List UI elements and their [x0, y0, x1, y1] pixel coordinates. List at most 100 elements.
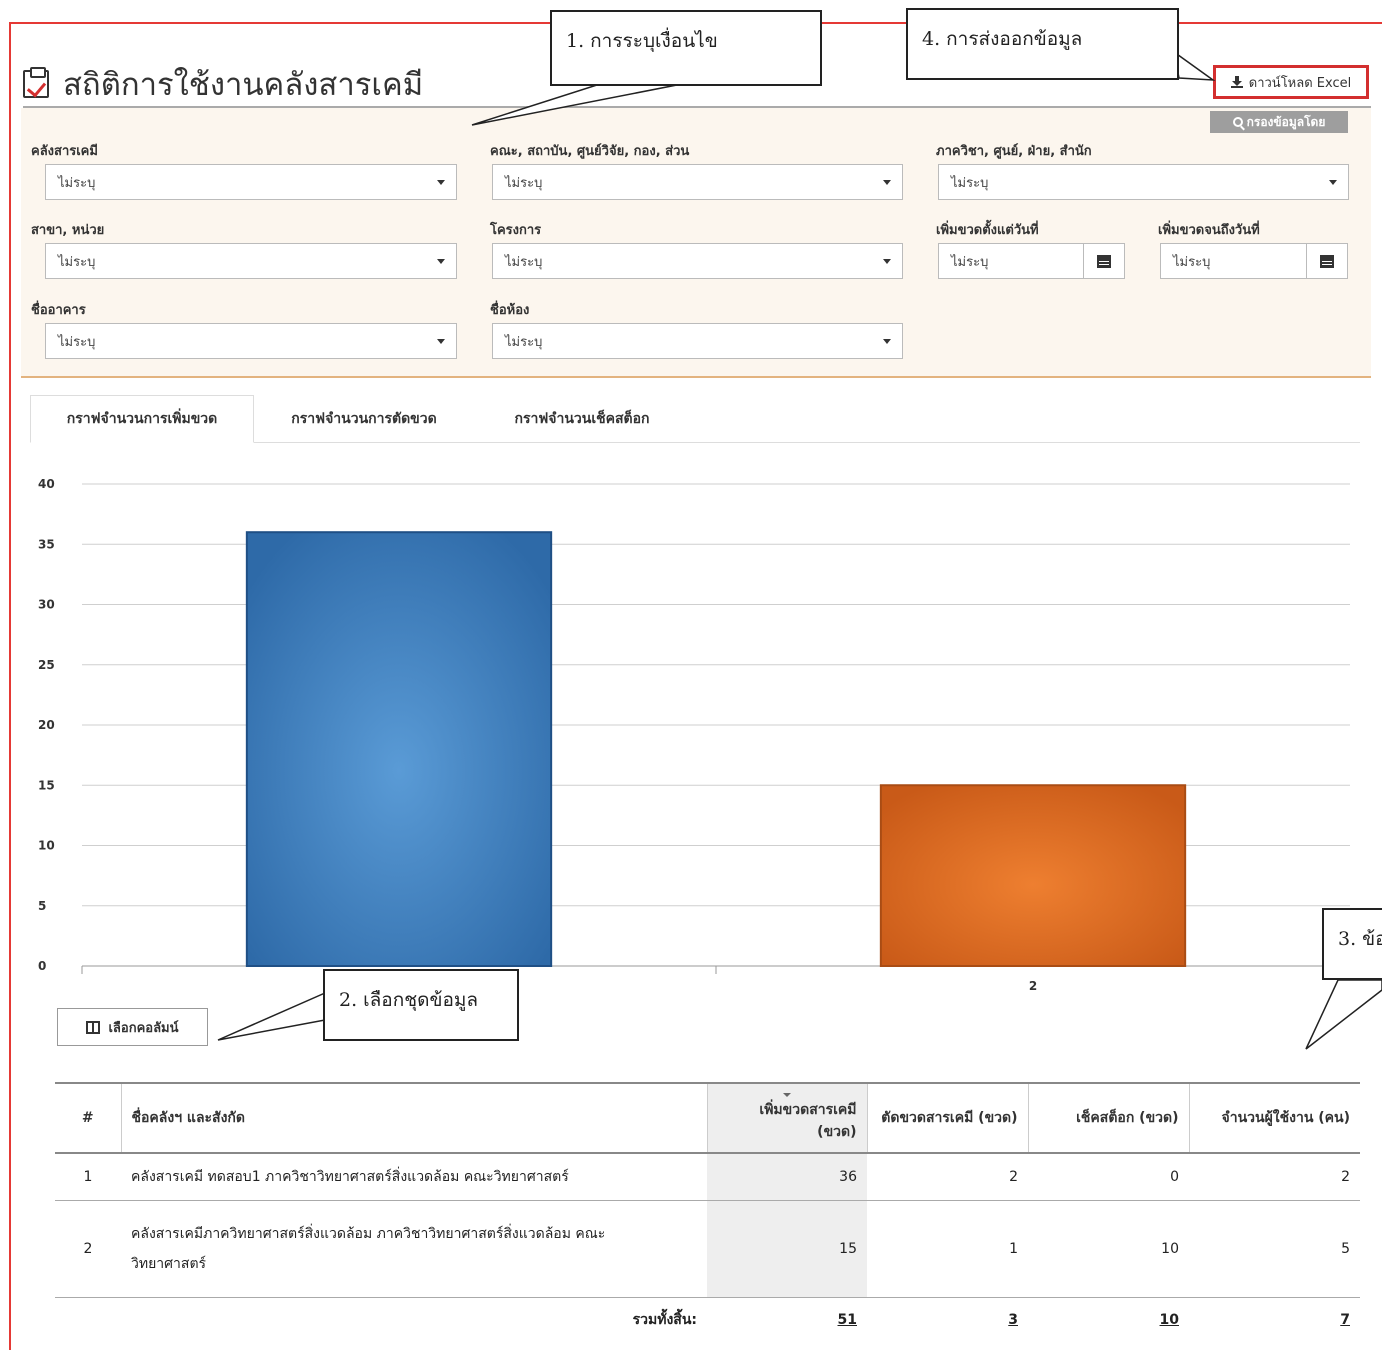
- sort-arrow-icon: [783, 1093, 791, 1097]
- faculty-select[interactable]: ไม่ระบุ: [492, 164, 903, 200]
- header-users[interactable]: จำนวนผู้ใช้งาน (คน): [1188, 1082, 1360, 1154]
- room-label: ชื่อห้อง: [490, 303, 530, 318]
- header-name[interactable]: ชื่อคลังฯ และสังกัด: [120, 1082, 707, 1154]
- column-select-button[interactable]: เลือกคอลัมน์: [57, 1008, 208, 1046]
- bar-2[interactable]: [879, 784, 1187, 967]
- room-select-value: ไม่ระบุ: [505, 334, 543, 350]
- calendar-icon: [1097, 254, 1111, 268]
- header-no[interactable]: #: [55, 1082, 121, 1154]
- cell-no: 2: [55, 1200, 121, 1298]
- bar-chart: 0 5 10 15 20 25 30 35 40 2: [38, 477, 1351, 993]
- footer-cut: 3: [867, 1296, 1028, 1342]
- project-select[interactable]: ไม่ระบุ: [492, 243, 903, 279]
- callout-data: 3. ข้อ: [1322, 908, 1382, 980]
- table-row: 2 คลังสารเคมีภาควิทยาศาสตร์สิ่งแวดล้อม ภ…: [55, 1200, 1360, 1298]
- column-select-label: เลือกคอลัมน์: [108, 1020, 179, 1036]
- header-cut[interactable]: ตัดขวดสารเคมี (ขวด): [866, 1082, 1028, 1154]
- date-from-label: เพิ่มขวดตั้งแต่วันที่: [936, 223, 1039, 238]
- statistics-table: # ชื่อคลังฯ และสังกัด เพิ่มขวดสารเคมี (ข…: [55, 1082, 1360, 1342]
- date-from-value: ไม่ระบุ: [951, 254, 989, 270]
- calendar-icon: [1320, 254, 1334, 268]
- download-excel-button[interactable]: ดาวน์โหลด Excel: [1213, 65, 1369, 99]
- faculty-select-value: ไม่ระบุ: [505, 175, 543, 191]
- cell-users: 2: [1189, 1153, 1360, 1201]
- download-icon: [1230, 76, 1243, 88]
- chevron-down-icon: [437, 180, 445, 185]
- x-tick-label: 2: [1029, 979, 1037, 993]
- chart-tabs: กราฟจำนวนการเพิ่มขวด กราฟจำนวนการตัดขวด …: [30, 395, 1360, 443]
- filter-button-label: กรองข้อมูลโดย: [1246, 114, 1326, 129]
- search-icon: [1232, 117, 1243, 127]
- department-label: ภาควิชา, ศูนย์, ฝ่าย, สำนัก: [936, 144, 1092, 159]
- faculty-label: คณะ, สถาบัน, ศูนย์วิจัย, กอง, ส่วน: [490, 144, 690, 159]
- tab-add-bottles[interactable]: กราฟจำนวนการเพิ่มขวด: [30, 395, 254, 443]
- chevron-down-icon: [437, 339, 445, 344]
- footer-check: 10: [1028, 1296, 1189, 1342]
- y-tick-label: 40: [38, 477, 55, 491]
- tab-stock-check[interactable]: กราฟจำนวนเช็คสต็อก: [482, 395, 682, 443]
- cell-cut: 1: [867, 1200, 1028, 1298]
- branch-select[interactable]: ไม่ระบุ: [45, 243, 457, 279]
- date-from-input[interactable]: ไม่ระบุ: [938, 243, 1084, 279]
- branch-label: สาขา, หน่วย: [31, 223, 105, 238]
- footer-users: 7: [1189, 1296, 1360, 1342]
- y-tick-label: 20: [38, 718, 55, 732]
- store-select-value: ไม่ระบุ: [58, 175, 96, 191]
- branch-select-value: ไม่ระบุ: [58, 254, 96, 270]
- callout-dataset: 2. เลือกชุดข้อมูล: [323, 969, 519, 1041]
- y-tick-label: 10: [38, 839, 55, 853]
- room-select[interactable]: ไม่ระบุ: [492, 323, 903, 359]
- date-to-label: เพิ่มขวดจนถึงวันที่: [1158, 223, 1260, 238]
- frame-border-left: [9, 22, 11, 1350]
- clipboard-check-icon: [23, 67, 49, 98]
- y-tick-label: 5: [38, 899, 46, 913]
- chevron-down-icon: [437, 259, 445, 264]
- y-tick-label: 35: [38, 537, 55, 551]
- chevron-down-icon: [883, 259, 891, 264]
- date-from-calendar-button[interactable]: [1083, 243, 1125, 279]
- table-row: 1 คลังสารเคมี ทดสอบ1 ภาควิชาวิทยาศาสตร์ส…: [55, 1153, 1360, 1201]
- footer-add: 51: [707, 1296, 867, 1342]
- header-check[interactable]: เช็คสต็อก (ขวด): [1027, 1082, 1189, 1154]
- building-select[interactable]: ไม่ระบุ: [45, 323, 457, 359]
- project-label: โครงการ: [490, 223, 542, 238]
- tab-cut-bottles[interactable]: กราฟจำนวนการตัดขวด: [264, 395, 464, 443]
- footer-empty: [55, 1296, 121, 1342]
- store-select[interactable]: ไม่ระบุ: [45, 164, 457, 200]
- y-tick-label: 15: [38, 778, 55, 792]
- page-title: สถิติการใช้งานคลังสารเคมี: [63, 67, 424, 103]
- chevron-down-icon: [1329, 180, 1337, 185]
- department-select-value: ไม่ระบุ: [951, 175, 989, 191]
- cell-add: 36: [707, 1153, 867, 1201]
- cell-users: 5: [1189, 1200, 1360, 1298]
- department-select[interactable]: ไม่ระบุ: [938, 164, 1349, 200]
- header-add-label: เพิ่มขวดสารเคมี (ขวด): [759, 1102, 857, 1140]
- bar-1[interactable]: [245, 531, 553, 967]
- cell-check: 10: [1028, 1200, 1189, 1298]
- filter-button[interactable]: กรองข้อมูลโดย: [1210, 111, 1348, 133]
- callout-pointer-4: [1172, 50, 1216, 81]
- page-header: สถิติการใช้งานคลังสารเคมี: [23, 62, 423, 106]
- cell-cut: 2: [867, 1153, 1028, 1201]
- header-add[interactable]: เพิ่มขวดสารเคมี (ขวด): [706, 1082, 867, 1154]
- table-header-row: # ชื่อคลังฯ และสังกัด เพิ่มขวดสารเคมี (ข…: [55, 1082, 1360, 1154]
- store-label: คลังสารเคมี: [31, 144, 98, 159]
- chevron-down-icon: [883, 339, 891, 344]
- chevron-down-icon: [883, 180, 891, 185]
- date-to-value: ไม่ระบุ: [1173, 254, 1211, 270]
- building-label: ชื่ออาคาร: [31, 303, 86, 318]
- y-tick-label: 0: [38, 959, 46, 973]
- cell-check: 0: [1028, 1153, 1189, 1201]
- footer-label: รวมทั้งสิ้น:: [121, 1296, 707, 1342]
- project-select-value: ไม่ระบุ: [505, 254, 543, 270]
- cell-name: คลังสารเคมี ทดสอบ1 ภาควิชาวิทยาศาสตร์สิ่…: [121, 1153, 707, 1201]
- building-select-value: ไม่ระบุ: [58, 334, 96, 350]
- date-to-calendar-button[interactable]: [1306, 243, 1348, 279]
- download-excel-label: ดาวน์โหลด Excel: [1248, 75, 1352, 91]
- table-footer-row: รวมทั้งสิ้น: 51 3 10 7: [55, 1296, 1360, 1342]
- cell-name: คลังสารเคมีภาควิทยาศาสตร์สิ่งแวดล้อม ภาค…: [121, 1200, 707, 1298]
- callout-filter: 1. การระบุเงื่อนไข: [550, 10, 822, 86]
- cell-no: 1: [55, 1153, 121, 1201]
- date-to-input[interactable]: ไม่ระบุ: [1160, 243, 1307, 279]
- callout-pointer-2: [217, 991, 326, 1041]
